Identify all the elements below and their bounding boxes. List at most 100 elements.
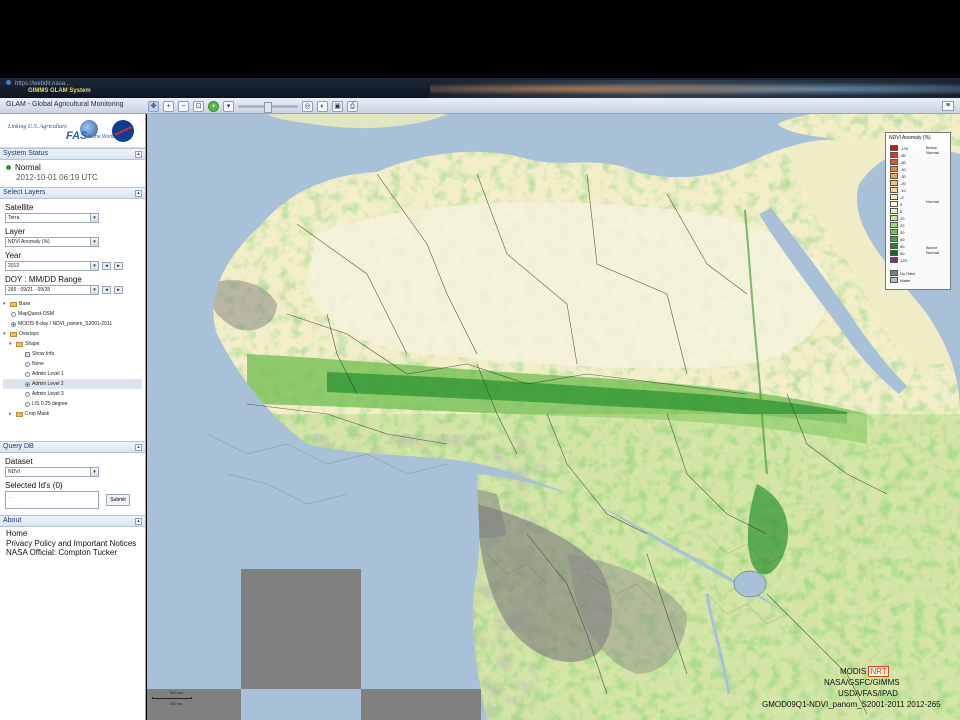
zoom-box-icon[interactable]: ⊡: [193, 100, 204, 112]
year-select[interactable]: 2012 ▾: [5, 261, 99, 271]
palette-icon[interactable]: ◐: [317, 100, 328, 112]
menu-icon[interactable]: ≡: [942, 101, 954, 111]
legend-swatch: [890, 152, 898, 158]
tree-mapquest[interactable]: MapQuest-OSM: [3, 309, 142, 319]
collapse-icon[interactable]: ▴: [135, 518, 142, 525]
legend-label: No Data: [900, 271, 915, 276]
legend-swatch: [890, 236, 898, 242]
next-icon[interactable]: ▸: [114, 286, 123, 294]
dataset-label: Dataset: [5, 457, 33, 466]
dropdown-icon[interactable]: ▾: [223, 100, 234, 112]
tree-shape[interactable]: ▾ Shape: [3, 339, 142, 349]
scale-bar: 500 km 200 mi: [152, 688, 196, 708]
expand-icon[interactable]: ▸: [9, 411, 14, 417]
collapse-icon[interactable]: ▴: [135, 151, 142, 158]
satellite-select[interactable]: Terra ▾: [5, 213, 99, 223]
radio-icon[interactable]: [25, 391, 30, 397]
section-system-status[interactable]: System Status ▴: [0, 148, 145, 160]
chevron-down-icon[interactable]: ▾: [90, 286, 98, 294]
legend-normal: Normal: [926, 199, 939, 204]
tree-label: Show Info: [32, 351, 55, 357]
expand-icon[interactable]: ▾: [9, 341, 14, 347]
selected-ids-field[interactable]: ...: [5, 491, 99, 509]
legend-swatch: [890, 270, 898, 276]
select-value: NDVI: [8, 469, 20, 475]
next-icon[interactable]: ▸: [114, 262, 123, 270]
zoom-in-icon[interactable]: +: [163, 100, 174, 112]
home-link[interactable]: Home: [6, 529, 139, 539]
section-title: About: [3, 517, 22, 524]
chevron-down-icon[interactable]: ▾: [90, 214, 98, 222]
layer-label: Layer: [5, 227, 26, 236]
legend-swatch: [890, 222, 898, 228]
radio-icon[interactable]: [25, 371, 30, 377]
chevron-down-icon[interactable]: ▾: [90, 468, 98, 476]
legend-label: 5: [900, 209, 903, 214]
browser-tab[interactable]: GIMMS GLAM System: [28, 88, 91, 94]
radio-icon[interactable]: [25, 401, 30, 407]
tree-crop-mask[interactable]: ▸ Crop Mask: [3, 409, 142, 419]
add-icon[interactable]: +: [208, 100, 219, 112]
legend-label: 30: [900, 230, 905, 235]
legend-swatch: [890, 257, 898, 263]
legend-swatch: [890, 159, 898, 165]
prev-icon[interactable]: ◂: [102, 286, 111, 294]
expand-icon[interactable]: ▾: [3, 331, 8, 337]
status-ok-icon: [6, 165, 11, 170]
collapse-icon[interactable]: ▴: [135, 444, 142, 451]
select-value: NDVI Anomaly (%): [8, 239, 50, 245]
legend-swatch: [890, 215, 898, 221]
tree-admin2[interactable]: Admin Level 2: [3, 379, 142, 389]
chevron-down-icon[interactable]: ▾: [90, 238, 98, 246]
tree-none[interactable]: None: [3, 359, 142, 369]
tree-modis[interactable]: MODIS 8-day / NDVI_panom_S2001-2011: [3, 319, 142, 329]
prev-icon[interactable]: ◂: [102, 262, 111, 270]
chevron-down-icon[interactable]: ▾: [90, 262, 98, 270]
browser-url[interactable]: https://webdir.nasa...: [6, 80, 70, 87]
about-links: Home Privacy Policy and Important Notice…: [0, 527, 145, 560]
tree-admin3[interactable]: Admin Level 3: [3, 389, 142, 399]
africa-ndvi-map[interactable]: [147, 114, 960, 720]
site-icon: [6, 80, 11, 85]
tree-label: MODIS 8-day / NDVI_panom_S2001-2011: [18, 321, 113, 327]
section-title: Query DB: [3, 443, 34, 450]
app-title: GLAM - Global Agricultural Monitoring: [6, 101, 124, 108]
tree-admin1[interactable]: Admin Level 1: [3, 369, 142, 379]
legend-swatch: [890, 201, 898, 207]
print-icon[interactable]: ⎙: [347, 100, 358, 112]
section-select-layers[interactable]: Select Layers ▴: [0, 187, 145, 199]
zoom-out-icon[interactable]: −: [178, 100, 189, 112]
save-icon[interactable]: ▣: [332, 100, 343, 112]
checkbox-icon[interactable]: [25, 351, 30, 357]
tree-lis[interactable]: LIS 0.25 degree: [3, 399, 142, 409]
dataset-select[interactable]: NDVI ▾: [5, 467, 99, 477]
tree-overlays[interactable]: ▾ Overlays: [3, 329, 142, 339]
layer-select[interactable]: NDVI Anomaly (%) ▾: [5, 237, 99, 247]
legend-swatch: [890, 145, 898, 151]
url-text: https://webdir.nasa...: [15, 81, 71, 87]
legend-label: 10: [900, 216, 905, 221]
privacy-link[interactable]: Privacy Policy and Important Notices: [6, 539, 139, 549]
opacity-slider[interactable]: [238, 101, 298, 113]
section-query-db[interactable]: Query DB ▴: [0, 441, 145, 453]
map-view[interactable]: [147, 114, 960, 720]
radio-selected-icon[interactable]: [25, 381, 30, 387]
radio-selected-icon[interactable]: [11, 321, 16, 327]
tree-base[interactable]: ▾ Base: [3, 299, 142, 309]
submit-button[interactable]: Submit: [106, 494, 130, 506]
section-title: System Status: [3, 150, 49, 157]
tree-label: Crop Mask: [25, 411, 50, 417]
radio-icon[interactable]: [11, 311, 16, 317]
browser-background-image: [430, 80, 960, 98]
legend-label: -10: [900, 188, 906, 193]
map-toolbar: ✥ + − ⊡ + ▾ ◎ ◐ ▣ ⎙: [148, 100, 358, 113]
zoom-extent-icon[interactable]: ◎: [302, 100, 313, 112]
doy-select[interactable]: 265 : 09/21 - 09/28 ▾: [5, 285, 99, 295]
section-about[interactable]: About ▴: [0, 515, 145, 527]
legend-label: 125: [900, 258, 907, 263]
pan-icon[interactable]: ✥: [148, 100, 159, 112]
collapse-icon[interactable]: ▴: [135, 190, 142, 197]
expand-icon[interactable]: ▾: [3, 301, 8, 307]
tree-show-info[interactable]: Show Info: [3, 349, 142, 359]
radio-icon[interactable]: [25, 361, 30, 367]
